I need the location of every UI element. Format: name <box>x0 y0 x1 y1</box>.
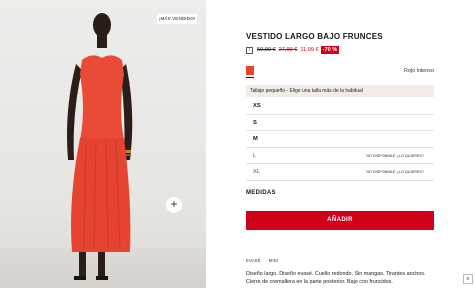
size-status[interactable]: NO DISPONIBLE ¿LO QUIERES? <box>366 154 424 158</box>
size-option-xl[interactable]: XL NO DISPONIBLE ¿LO QUIERES? <box>246 164 434 181</box>
add-to-cart-button[interactable]: AÑADIR <box>246 211 434 230</box>
size-label: M <box>253 136 258 143</box>
current-price: 11,99 € <box>300 47 319 53</box>
size-label: XS <box>253 103 261 109</box>
tag-item: MIDI <box>268 258 279 263</box>
color-swatch[interactable] <box>246 66 254 78</box>
product-tags: EVASÉ MIDI <box>246 258 278 263</box>
bestseller-badge: ¡MÁS VENDIDO! <box>157 14 197 24</box>
info-icon[interactable]: i <box>246 46 253 54</box>
tag-item: EVASÉ <box>246 258 261 263</box>
size-label: S <box>253 119 257 126</box>
size-status[interactable]: NO DISPONIBLE ¿LO QUIERES? <box>366 170 424 174</box>
previous-price: 27,99 € <box>278 47 298 53</box>
product-description: Diseño largo. Diseño evasé. Cuello redon… <box>246 271 426 286</box>
model-figure <box>67 13 133 280</box>
size-option-xs[interactable]: XS <box>246 98 434 115</box>
price-row: i 59,99 € 27,99 € 11,99 € -70 % <box>246 45 340 55</box>
color-name: Rojo intenso <box>404 68 434 74</box>
product-image[interactable]: ¡MÁS VENDIDO! + <box>0 0 206 288</box>
size-option-m[interactable]: M <box>246 131 434 148</box>
discount-badge: -70 % <box>320 46 340 54</box>
fit-note: Tallaje pequeño - Elige una talla más de… <box>246 85 434 97</box>
measures-link[interactable]: MEDIDAS <box>246 190 276 196</box>
menu-icon[interactable]: ≡ <box>463 274 473 284</box>
zoom-icon[interactable]: + <box>166 197 182 213</box>
size-label: L <box>253 152 257 159</box>
size-option-s[interactable]: S <box>246 115 434 132</box>
size-list: XS S M L NO DISPONIBLE ¿LO QUIERES? XL N… <box>246 98 434 181</box>
size-label: XL <box>253 169 261 176</box>
size-option-l[interactable]: L NO DISPONIBLE ¿LO QUIERES? <box>246 148 434 165</box>
original-price: 59,99 € <box>257 47 276 53</box>
product-title: VESTIDO LARGO BAJO FRUNCES <box>246 32 383 41</box>
